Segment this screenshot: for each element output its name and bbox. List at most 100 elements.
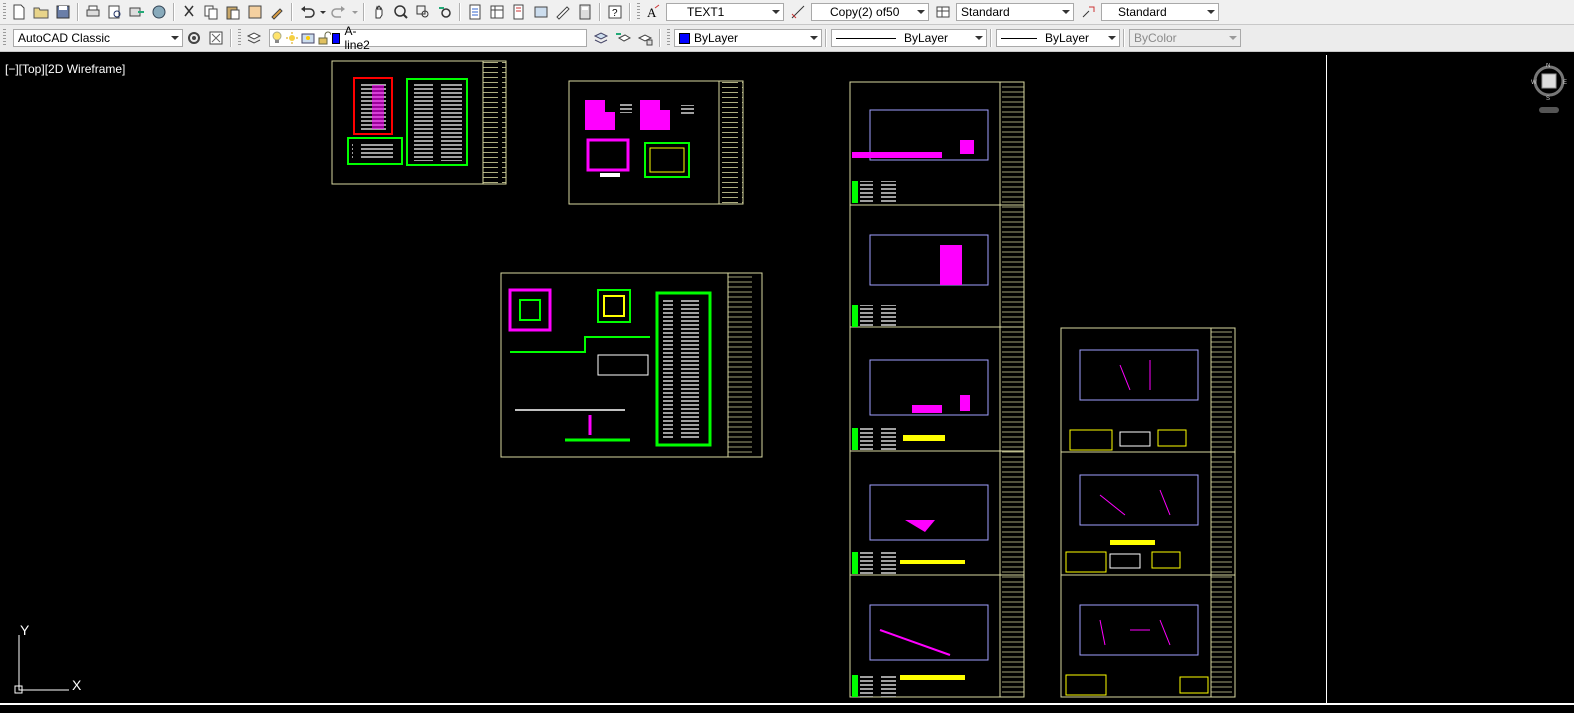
plot-icon[interactable]	[83, 2, 103, 22]
table-style-icon[interactable]	[933, 2, 953, 22]
lineweight-value: ByLayer	[1045, 31, 1090, 45]
sheet-details-1[interactable]	[568, 80, 744, 205]
layer-select[interactable]: A-line2	[269, 24, 587, 52]
lineweight-preview	[1001, 37, 1037, 39]
clean-screen-icon[interactable]	[206, 28, 226, 48]
layer-thaw-icon[interactable]	[285, 28, 299, 48]
text-style-select[interactable]: TEXT1	[666, 3, 784, 21]
text-style-icon[interactable]: A	[643, 2, 663, 22]
linetype-select[interactable]: ByLayer	[831, 29, 987, 47]
copy-icon[interactable]	[201, 2, 221, 22]
color-value: ByLayer	[694, 31, 739, 45]
chevron-down-icon	[917, 10, 925, 14]
toolbar-separator	[1123, 29, 1125, 47]
match-properties-icon[interactable]	[245, 2, 265, 22]
toolbar-grip[interactable]	[3, 29, 6, 47]
toolbar-grip[interactable]	[637, 3, 640, 21]
chevron-down-icon	[810, 36, 818, 40]
help-icon[interactable]: ?	[605, 2, 625, 22]
compass-east-label: E	[1563, 80, 1567, 86]
layers-toolbar: AutoCAD Classic A-line2 ByLayer ByLayer …	[0, 24, 1574, 52]
toolbar-separator	[629, 3, 631, 21]
color-swatch	[679, 32, 690, 44]
workspace-value: AutoCAD Classic	[18, 31, 111, 45]
sheet-column-left[interactable]	[849, 81, 1025, 698]
toolbar-separator	[363, 3, 365, 21]
open-icon[interactable]	[31, 2, 51, 22]
layer-on-icon[interactable]	[271, 28, 283, 48]
chevron-down-icon	[171, 36, 179, 40]
publish-icon[interactable]	[127, 2, 147, 22]
toolbar-grip[interactable]	[667, 29, 670, 47]
linetype-preview	[836, 37, 896, 39]
layer-unlock-icon[interactable]	[317, 28, 331, 48]
svg-text:?: ?	[612, 8, 618, 19]
dimension-style-value: Copy(2) of50	[830, 5, 900, 19]
viewcube-compass[interactable]: N S W E	[1531, 63, 1567, 117]
paste-icon[interactable]	[223, 2, 243, 22]
cut-icon[interactable]	[179, 2, 199, 22]
layer-viewport-icon[interactable]	[301, 28, 315, 48]
plot-style-select: ByColor	[1129, 29, 1241, 47]
drawing-canvas[interactable]: Y X	[0, 55, 1574, 705]
3d-print-icon[interactable]	[149, 2, 169, 22]
toolbar-separator	[173, 3, 175, 21]
toolbar-separator	[230, 29, 232, 47]
text-style-value: TEXT1	[687, 5, 725, 19]
workspace-select[interactable]: AutoCAD Classic	[13, 29, 183, 47]
dimension-style-select[interactable]: Copy(2) of50	[811, 3, 929, 21]
multileader-style-value: Standard	[1118, 5, 1167, 19]
sheet-legend[interactable]	[331, 60, 507, 185]
chevron-down-icon	[1108, 36, 1116, 40]
table-style-value: Standard	[961, 5, 1010, 19]
chevron-down-icon	[1062, 10, 1070, 14]
plot-style-value: ByColor	[1134, 31, 1177, 45]
lineweight-select[interactable]: ByLayer	[996, 29, 1120, 47]
chevron-down-icon	[975, 36, 983, 40]
linetype-value: ByLayer	[904, 31, 949, 45]
save-icon[interactable]	[53, 2, 73, 22]
redo-dropdown-icon[interactable]	[351, 2, 359, 22]
standard-toolbar: ? A TEXT1 Copy(2) of50 Standard Standard	[0, 0, 1574, 25]
toolbar-separator	[77, 3, 79, 21]
undo-dropdown-icon[interactable]	[319, 2, 327, 22]
dimension-style-icon[interactable]	[788, 2, 808, 22]
toolbar-grip[interactable]	[238, 29, 241, 47]
ucs-y-label: Y	[20, 622, 30, 638]
layer-color-swatch	[332, 32, 341, 44]
sheet-details-2[interactable]	[500, 272, 763, 458]
multileader-style-select[interactable]: Standard	[1101, 3, 1219, 21]
toolbar-separator	[291, 3, 293, 21]
layer-states-icon[interactable]	[635, 28, 655, 48]
color-select[interactable]: ByLayer	[674, 29, 822, 47]
plot-preview-icon[interactable]	[105, 2, 125, 22]
layer-previous-icon[interactable]	[613, 28, 633, 48]
compass-north-label: N	[1546, 63, 1550, 69]
layer-name: A-line2	[344, 24, 370, 52]
drawing-viewport[interactable]: [−][Top][2D Wireframe] Y X N S W E	[0, 55, 1574, 713]
toolbar-separator	[990, 29, 992, 47]
new-icon[interactable]	[9, 2, 29, 22]
chevron-down-icon	[1207, 10, 1215, 14]
ucs-x-label: X	[72, 677, 82, 693]
make-object-layer-current-icon[interactable]	[591, 28, 611, 48]
workspace-settings-icon[interactable]	[184, 28, 204, 48]
multileader-style-icon[interactable]	[1078, 2, 1098, 22]
undo-icon[interactable]	[297, 2, 317, 22]
toolbar-separator	[599, 3, 601, 21]
compass-south-label: S	[1546, 96, 1550, 102]
viewcube-face[interactable]	[1541, 73, 1557, 89]
chevron-down-icon	[1229, 36, 1237, 40]
layer-properties-icon[interactable]	[244, 28, 264, 48]
toolbar-grip[interactable]	[3, 3, 6, 21]
chevron-down-icon	[772, 10, 780, 14]
redo-icon[interactable]	[329, 2, 349, 22]
toolbar-separator	[825, 29, 827, 47]
compass-west-label: W	[1531, 80, 1537, 86]
table-style-select[interactable]: Standard	[956, 3, 1074, 21]
wcs-menu-button[interactable]	[1539, 107, 1559, 113]
ucs-icon: Y X	[14, 622, 82, 694]
sheet-column-right[interactable]	[1060, 327, 1236, 698]
toolbar-separator	[659, 29, 661, 47]
block-editor-icon[interactable]	[267, 2, 287, 22]
